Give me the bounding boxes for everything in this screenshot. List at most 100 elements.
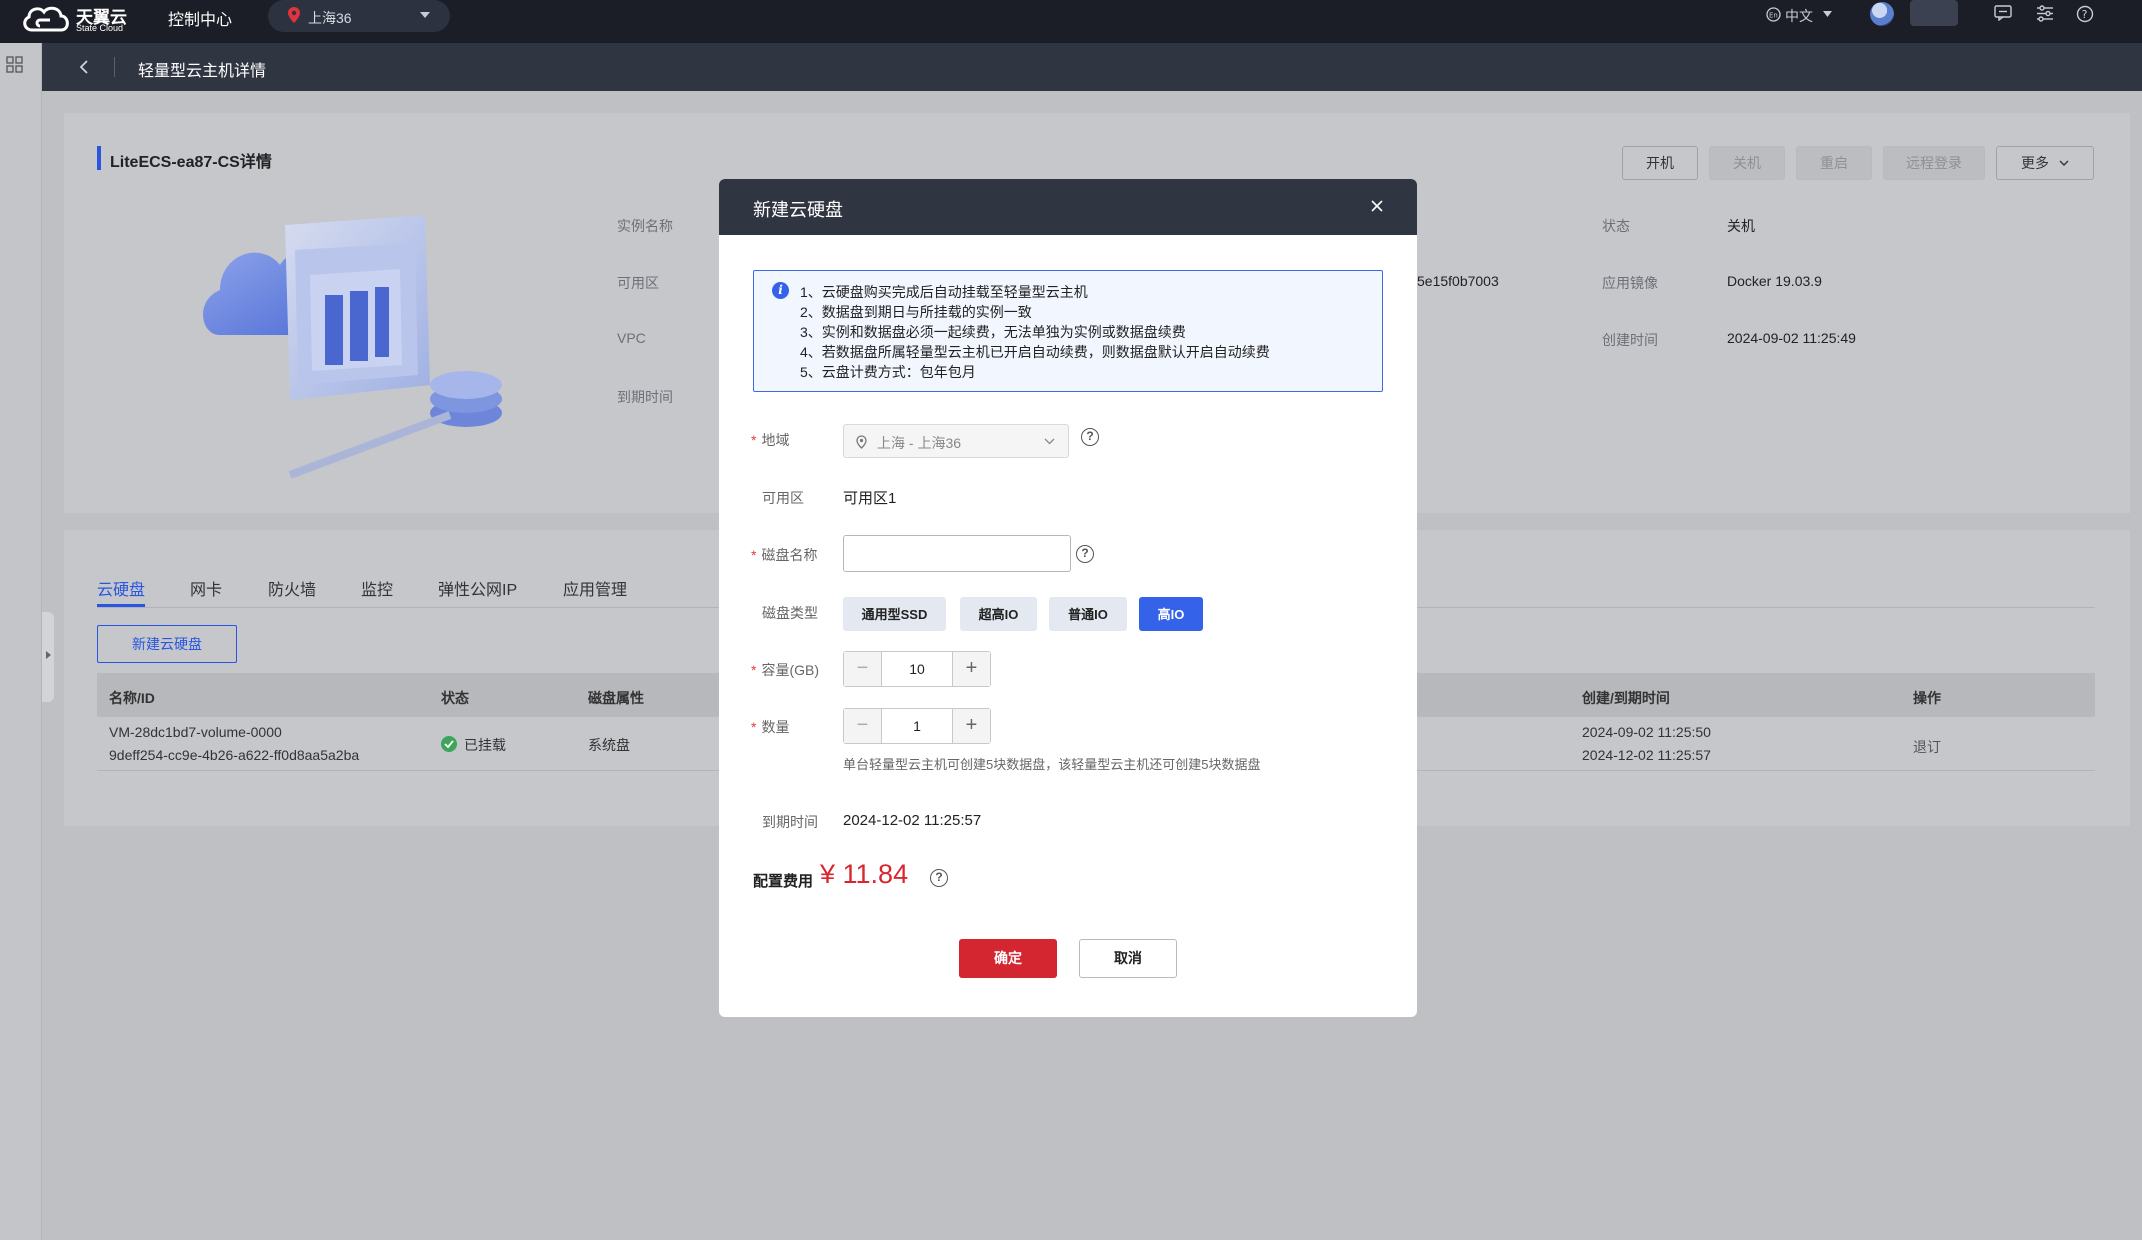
disk-type-ultra-io[interactable]: 超高IO — [960, 597, 1037, 631]
count-increase-button[interactable]: + — [952, 709, 990, 743]
check-circle-icon — [441, 736, 457, 752]
user-menu[interactable] — [1910, 0, 1958, 26]
page-header-bar — [42, 43, 2142, 91]
fee-label: 配置费用 — [753, 873, 814, 890]
chevron-right-icon — [46, 651, 51, 659]
left-sidebar — [0, 43, 42, 1240]
disk-attr: 系统盘 — [588, 737, 630, 753]
disk-name-input[interactable] — [843, 535, 1071, 572]
col-time: 创建/到期时间 — [1582, 690, 1670, 706]
tab-app-management[interactable]: 应用管理 — [563, 576, 627, 600]
count-label: * 数量 — [751, 719, 790, 735]
header-divider — [114, 57, 115, 77]
modal-header: 新建云硬盘 — [719, 179, 1417, 235]
brand-subtitle: State Cloud — [76, 23, 124, 33]
language-selector[interactable]: 中文 — [1785, 6, 1813, 26]
disk-type-normal-io[interactable]: 普通IO — [1049, 597, 1127, 631]
tab-monitor[interactable]: 监控 — [361, 576, 393, 600]
region-select[interactable]: 上海 - 上海36 — [843, 424, 1069, 458]
close-icon[interactable] — [1364, 193, 1390, 219]
label-status: 状态 — [1602, 218, 1630, 234]
label-instance-name: 实例名称 — [617, 218, 673, 234]
help-circle-icon[interactable]: ? — [1081, 428, 1099, 446]
fee-value: ¥ 11.84 — [820, 859, 909, 889]
notice-line: 4、若数据盘所属轻量型云主机已开启自动续费，则数据盘默认开启自动续费 — [800, 344, 1270, 360]
capacity-input[interactable]: 10 — [882, 652, 952, 686]
location-pin-icon — [288, 7, 300, 23]
capacity-decrease-button[interactable]: − — [844, 652, 882, 686]
caret-down-icon — [1823, 11, 1832, 17]
page-title: 轻量型云主机详情 — [138, 63, 267, 80]
help-icon[interactable]: ? — [2076, 5, 2094, 23]
info-icon: i — [772, 282, 789, 299]
location-pin-icon — [856, 435, 867, 449]
label-created: 创建时间 — [1602, 332, 1658, 348]
tab-cloud-disk[interactable]: 云硬盘 — [97, 576, 145, 600]
disk-type-high-io[interactable]: 高IO — [1139, 597, 1203, 631]
more-label: 更多 — [2021, 155, 2049, 171]
brand-logo[interactable]: 天翼云 State Cloud — [20, 2, 140, 38]
disk-type-ssd[interactable]: 通用型SSD — [843, 597, 946, 631]
count-decrease-button[interactable]: − — [844, 709, 882, 743]
disk-expire: 2024-12-02 11:25:57 — [1582, 747, 1711, 763]
title-accent-bar — [97, 146, 101, 170]
settings-sliders-icon[interactable] — [2036, 5, 2054, 22]
tab-elastic-ip[interactable]: 弹性公网IP — [438, 576, 517, 600]
count-input[interactable]: 1 — [882, 709, 952, 743]
region-selector[interactable]: 上海36 — [268, 0, 450, 32]
nav-console-link[interactable]: 控制中心 — [168, 6, 232, 30]
label-vpc: VPC — [617, 330, 646, 346]
region-label: * 地域 — [751, 432, 790, 448]
disk-type-label: 磁盘类型 — [762, 605, 818, 621]
zone-label: 可用区 — [762, 490, 804, 506]
created-value: 2024-09-02 11:25:49 — [1727, 330, 1856, 346]
instance-detail-title: LiteECS-ea87-CS详情 — [110, 154, 272, 171]
expire-value: 2024-12-02 11:25:57 — [843, 812, 982, 829]
disk-created: 2024-09-02 11:25:50 — [1582, 724, 1711, 740]
notice-line: 5、云盘计费方式：包年包月 — [800, 364, 976, 380]
notice-line: 1、云硬盘购买完成后自动挂载至轻量型云主机 — [800, 284, 1088, 300]
user-avatar[interactable] — [1870, 2, 1894, 26]
col-ops: 操作 — [1913, 690, 1941, 706]
info-notice: i 1、云硬盘购买完成后自动挂载至轻量型云主机 2、数据盘到期日与所挂载的实例一… — [753, 270, 1383, 392]
help-circle-icon[interactable]: ? — [1076, 545, 1094, 563]
disk-name-label: * 磁盘名称 — [751, 547, 818, 563]
message-icon[interactable] — [1994, 5, 2012, 21]
notice-line: 2、数据盘到期日与所挂载的实例一致 — [800, 304, 1032, 320]
capacity-increase-button[interactable]: + — [952, 652, 990, 686]
unsubscribe-link[interactable]: 退订 — [1913, 737, 1941, 757]
count-hint: 单台轻量型云主机可创建5块数据盘，该轻量型云主机还可创建5块数据盘 — [843, 757, 1261, 772]
stop-button[interactable]: 关机 — [1709, 146, 1785, 180]
capacity-stepper: − 10 + — [843, 651, 991, 687]
new-disk-modal: 新建云硬盘 i 1、云硬盘购买完成后自动挂载至轻量型云主机 2、数据盘到期日与所… — [719, 179, 1417, 1017]
tab-nic[interactable]: 网卡 — [190, 576, 222, 600]
image-value: Docker 19.03.9 — [1727, 273, 1822, 289]
chevron-down-icon — [2059, 160, 2069, 166]
back-arrow-icon[interactable] — [78, 58, 90, 76]
more-dropdown-button[interactable]: 更多 — [1996, 146, 2094, 180]
status-value: 关机 — [1727, 218, 1755, 234]
expire-label: 到期时间 — [762, 814, 818, 830]
confirm-button[interactable]: 确定 — [959, 939, 1057, 978]
svg-text:En: En — [1769, 12, 1778, 20]
caret-down-icon — [420, 12, 430, 18]
restart-button[interactable]: 重启 — [1796, 146, 1872, 180]
help-circle-icon[interactable]: ? — [930, 869, 948, 887]
count-stepper: − 1 + — [843, 708, 991, 744]
tab-firewall[interactable]: 防火墙 — [268, 576, 316, 600]
partial-id-value: 5e15f0b7003 — [1417, 273, 1499, 289]
label-expire: 到期时间 — [617, 389, 673, 405]
new-disk-button[interactable]: 新建云硬盘 — [97, 625, 237, 663]
capacity-label: * 容量(GB) — [751, 662, 820, 678]
col-name-id: 名称/ID — [109, 690, 155, 706]
apps-grid-icon[interactable] — [6, 56, 24, 74]
notice-line: 3、实例和数据盘必须一起续费，无法单独为实例或数据盘续费 — [800, 324, 1186, 340]
remote-login-button[interactable]: 远程登录 — [1883, 146, 1985, 180]
disk-id: 9deff254-cc9e-4b26-a622-ff0d8aa5a2ba — [109, 747, 360, 763]
svg-text:?: ? — [2082, 8, 2088, 21]
language-icon: En — [1766, 7, 1781, 22]
chevron-down-icon — [1044, 438, 1055, 445]
cancel-button[interactable]: 取消 — [1079, 939, 1177, 978]
col-disk-attr: 磁盘属性 — [588, 690, 644, 706]
start-button[interactable]: 开机 — [1622, 146, 1698, 180]
